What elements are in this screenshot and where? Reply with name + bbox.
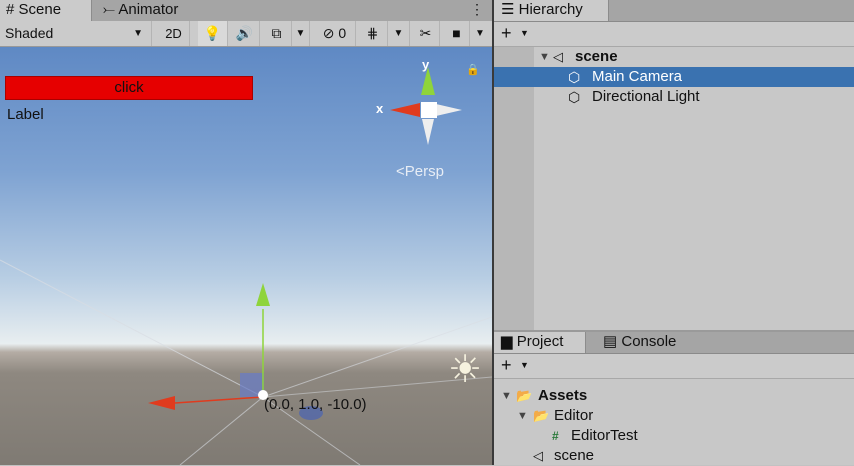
orientation-gizmo[interactable] [388,63,468,147]
camera-dropdown-icon[interactable]: ▼ [470,21,490,46]
animator-icon: ⤚ [103,1,116,18]
add-icon[interactable]: + [501,22,512,45]
scene-root-row[interactable]: ▼ ◁ scene [534,47,854,67]
expand-arrow-icon[interactable]: ▼ [501,386,512,406]
scene-panel: # Scene ⤚ Animator ⋮ Shaded ▼ 2D 💡 🔊 ⧉ ▼… [0,0,492,465]
project-panel: ▆ Project ▤ Console + ▼ ▼ 📂 Assets ▼ 📂 E… [494,332,854,465]
audio-toggle-icon[interactable]: 🔊 [230,21,260,46]
create-icon[interactable]: + [501,354,512,377]
hierarchy-tabbar: ☰ Hierarchy [494,0,854,22]
tree-item-editortest[interactable]: # EditorTest [494,426,854,446]
unity-scene-icon: ◁ [533,448,543,463]
gizmo-x-label: x [376,101,384,116]
console-icon: ▤ [603,333,618,350]
grid-line [179,396,264,465]
tree-item-scene[interactable]: ◁ scene [494,446,854,466]
unity-scene-icon: ◁ [553,49,563,64]
hierarchy-item-main-camera[interactable]: ⬡ Main Camera [494,67,854,87]
x-axis-line [174,396,264,404]
scene-tabbar: # Scene ⤚ Animator ⋮ [0,0,492,22]
project-tabbar: ▆ Project ▤ Console [494,332,854,354]
perspective-icon: < [396,163,405,180]
grid-dropdown-icon[interactable]: ▼ [388,21,410,46]
create-dropdown-icon[interactable]: ▼ [520,354,529,377]
lock-icon[interactable]: 🔒 [466,63,480,76]
tab-console[interactable]: ▤ Console [596,332,696,353]
lighting-toggle-icon[interactable]: 💡 [198,21,228,46]
projection-toggle[interactable]: <Persp [396,163,444,180]
list-icon: ☰ [501,1,515,18]
add-dropdown-icon[interactable]: ▼ [520,22,529,45]
tree-item-assets[interactable]: ▼ 📂 Assets [494,386,854,406]
game-click-button[interactable]: click [5,76,253,100]
tab-animator[interactable]: ⤚ Animator [97,0,197,21]
gizmo-x-cone [390,103,420,117]
y-axis-arrow [256,283,270,306]
game-label: Label [7,106,44,123]
gizmo-y-label: y [422,57,430,72]
effects-icon[interactable]: ⧉ [262,21,292,46]
effects-dropdown-icon[interactable]: ▼ [292,21,310,46]
grid-icon: # [6,1,15,18]
hierarchy-panel: ☰ Hierarchy + ▼ ▼ ◁ scene ⬡ Main Camera … [494,0,854,330]
chevron-down-icon: ▼ [133,28,143,39]
position-readout: (0.0, 1.0, -10.0) [264,396,367,413]
hierarchy-toolbar: + ▼ [494,22,854,47]
scene-viewport[interactable]: click Label y x 🔒 <Persp ☀ (0.0, 1.0, -1… [0,47,492,465]
csharp-script-icon: # [552,429,559,443]
tab-scene[interactable]: # Scene [0,0,92,21]
grid-toggle-icon[interactable]: ⋕ [358,21,388,46]
hierarchy-tree: ▼ ◁ scene ⬡ Main Camera ⬡ Directional Li… [494,47,854,330]
x-axis-arrow [148,396,175,410]
tools-icon[interactable]: ✂ [412,21,440,46]
2d-toggle[interactable]: 2D [158,21,190,46]
project-toolbar: + ▼ [494,354,854,379]
gizmo-neg-x-cone [436,104,462,116]
sun-icon[interactable]: ☀ [448,351,482,389]
expand-arrow-icon[interactable]: ▼ [539,47,550,67]
tab-hierarchy[interactable]: ☰ Hierarchy [494,0,609,21]
eye-slash-icon: ⊘ [322,25,335,41]
folder-open-icon: 📂 [533,408,550,423]
hidden-objects-toggle[interactable]: ⊘ 0 [314,21,356,46]
gameobject-cube-icon: ⬡ [568,69,581,85]
folder-icon: ▆ [501,333,513,350]
gizmo-neg-y-cone [422,119,434,145]
folder-open-icon: 📂 [516,388,533,403]
gizmo-center-cube [421,102,437,118]
expand-arrow-icon[interactable]: ▼ [517,406,528,426]
camera-icon[interactable]: ■ [444,21,470,46]
gameobject-cube-icon: ⬡ [568,89,581,105]
tab-project[interactable]: ▆ Project [494,332,586,353]
scene-toolbar: Shaded ▼ 2D 💡 🔊 ⧉ ▼ ⊘ 0 ⋕ ▼ ✂ ■ ▼ [0,21,492,47]
grid-line [0,259,264,398]
shading-mode-dropdown[interactable]: Shaded ▼ [0,21,152,46]
hierarchy-item-directional-light[interactable]: ⬡ Directional Light [494,87,854,107]
project-tree: ▼ 📂 Assets ▼ 📂 Editor # EditorTest ◁ sce… [494,386,854,465]
tree-item-editor[interactable]: ▼ 📂 Editor [494,406,854,426]
more-options-icon[interactable]: ⋮ [470,0,484,18]
